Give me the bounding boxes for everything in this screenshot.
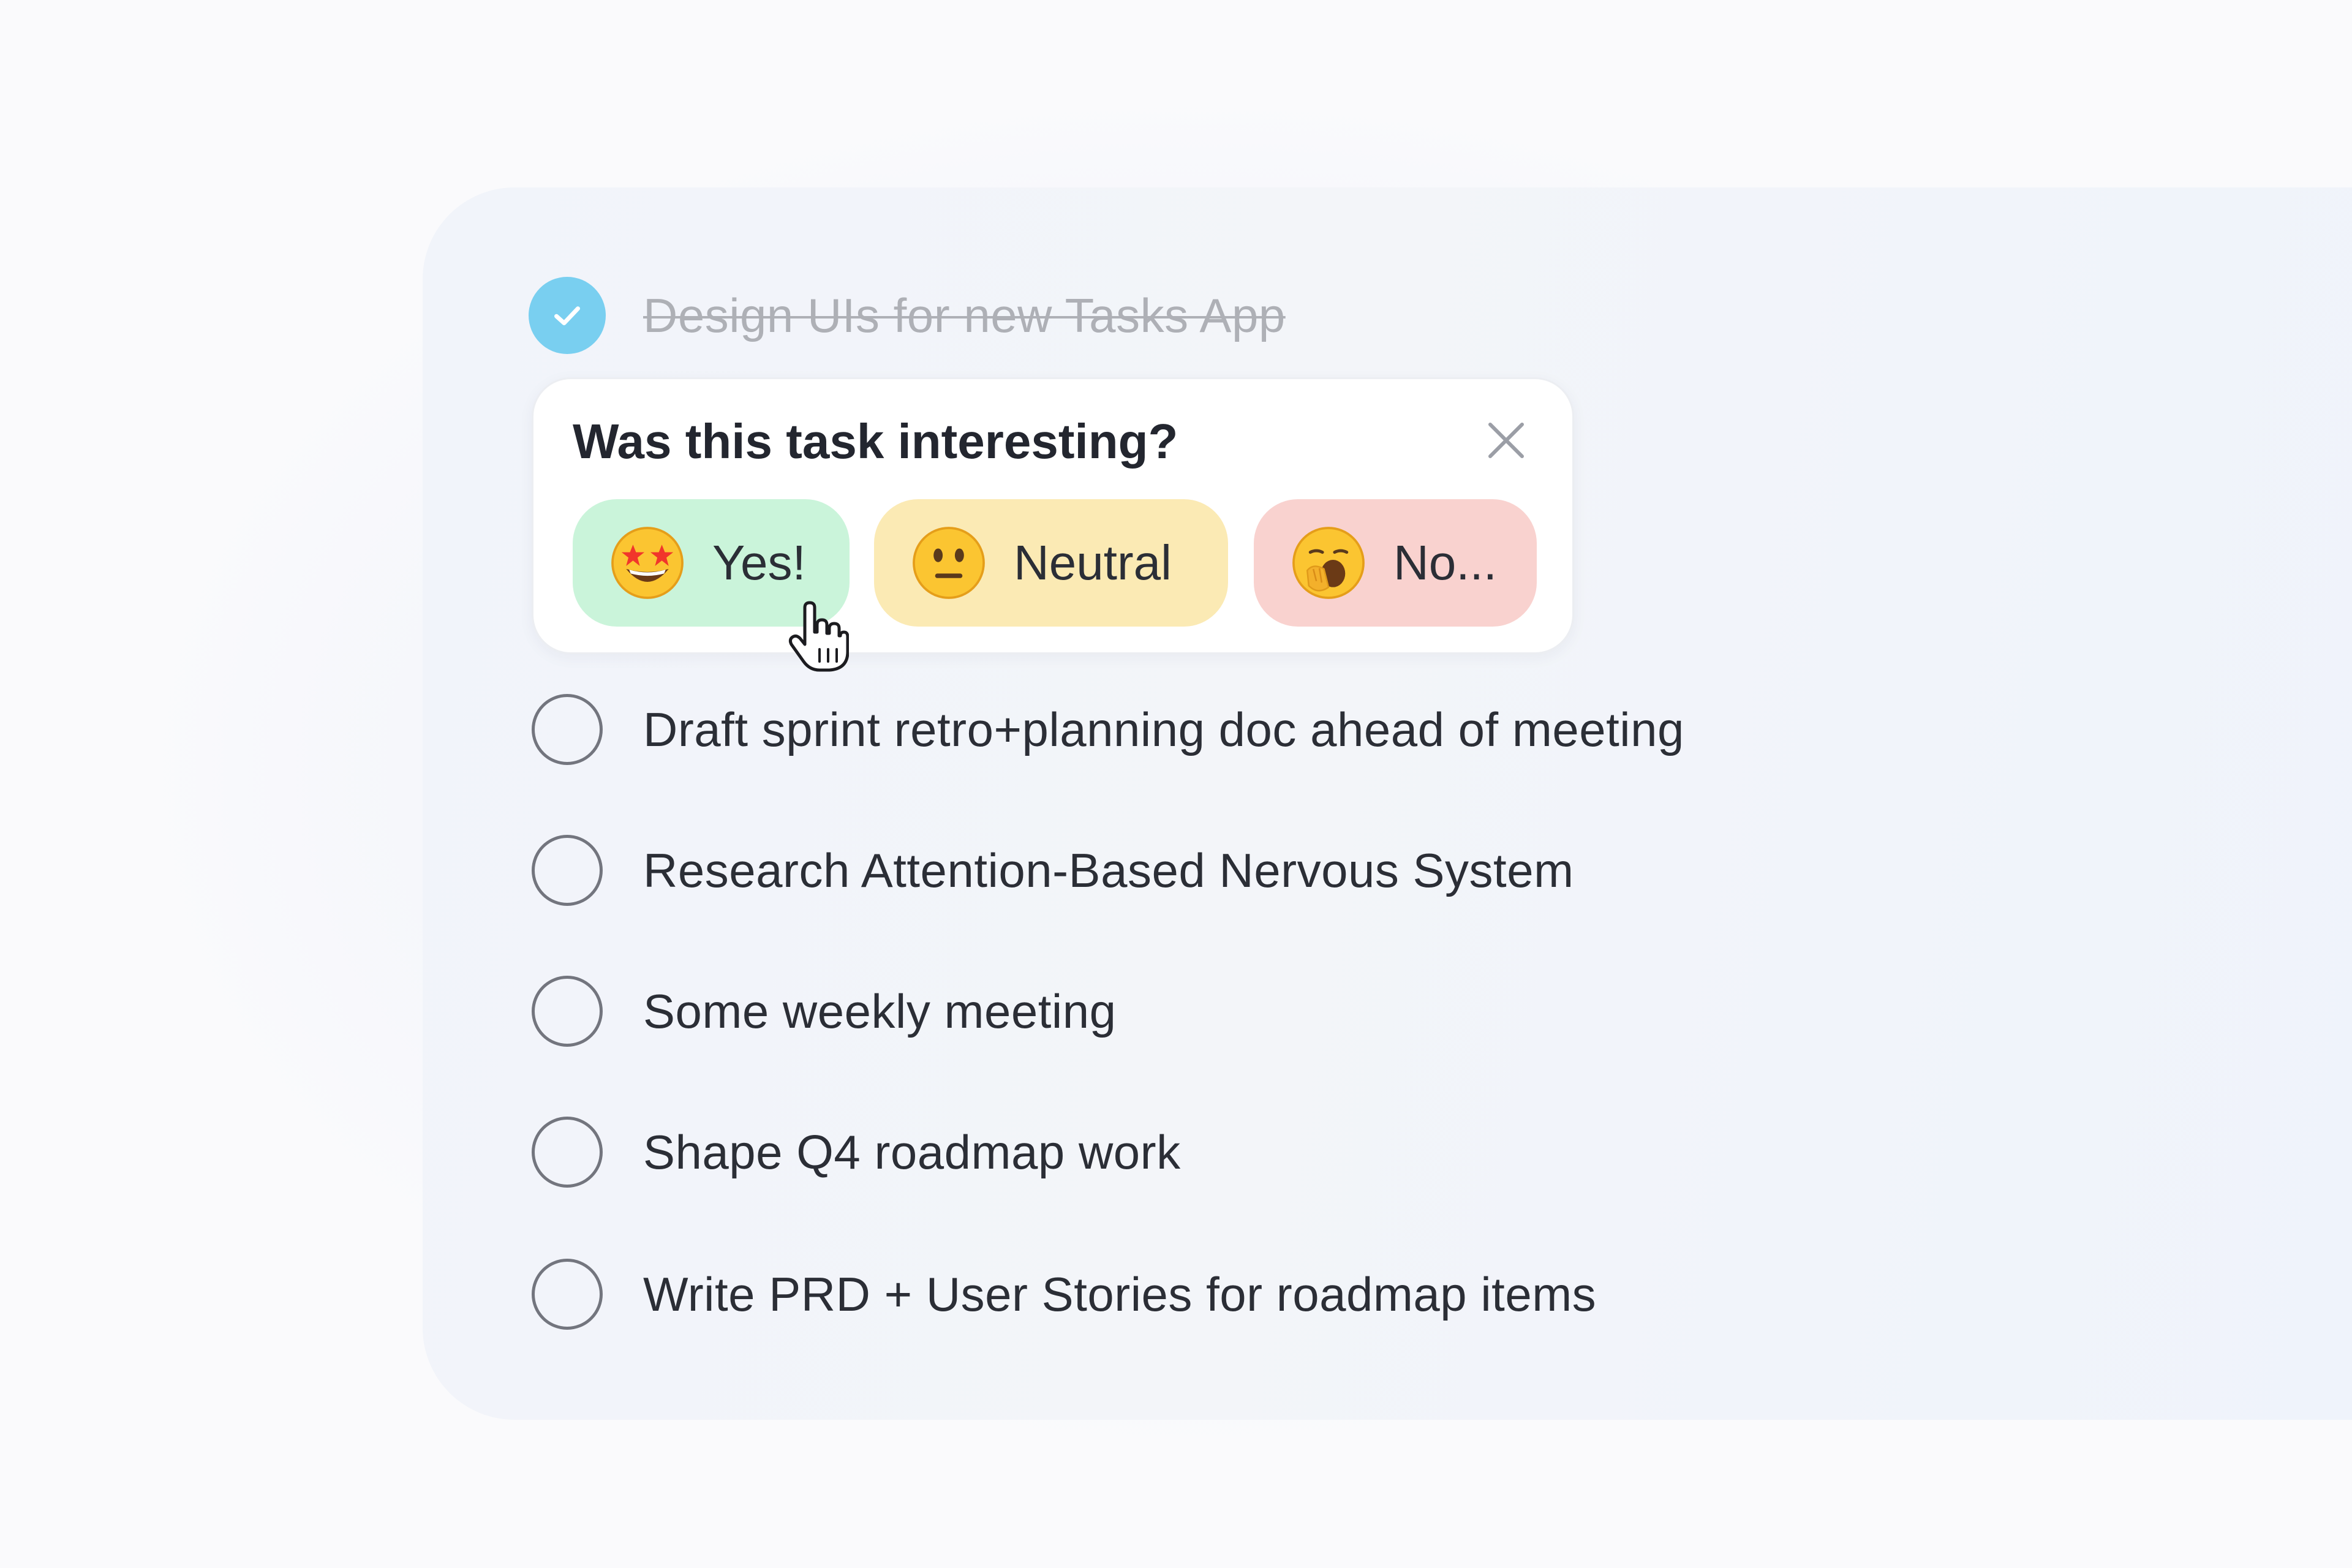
- task-label: Shape Q4 roadmap work: [643, 1125, 1181, 1179]
- task-checkbox[interactable]: [532, 976, 603, 1047]
- feedback-no-label: No...: [1393, 535, 1497, 590]
- task-item[interactable]: Draft sprint retro+planning doc ahead of…: [532, 690, 1684, 769]
- task-checkbox[interactable]: [532, 694, 603, 765]
- feedback-yes-label: Yes!: [712, 535, 806, 590]
- close-icon: [1488, 423, 1524, 458]
- feedback-neutral-label: Neutral: [1014, 535, 1172, 590]
- task-checkbox[interactable]: [532, 1259, 603, 1330]
- close-button[interactable]: [1480, 415, 1532, 466]
- task-label: Write PRD + User Stories for roadmap ite…: [643, 1267, 1597, 1321]
- popup-title: Was this task interesting?: [573, 414, 1178, 469]
- task-label: Research Attention-Based Nervous System: [643, 843, 1574, 897]
- task-item-completed[interactable]: Design UIs for new Tasks App: [529, 276, 1286, 355]
- hand-pointer-cursor-icon: [788, 601, 849, 672]
- task-list-panel: [423, 187, 2352, 1420]
- star-struck-emoji-icon: [611, 527, 684, 599]
- task-checkbox[interactable]: [532, 835, 603, 906]
- feedback-no-button[interactable]: No...: [1254, 499, 1537, 627]
- task-item[interactable]: Some weekly meeting: [532, 971, 1117, 1051]
- task-item[interactable]: Research Attention-Based Nervous System: [532, 831, 1574, 910]
- neutral-face-emoji-icon: [913, 527, 985, 599]
- feedback-neutral-button[interactable]: Neutral: [874, 499, 1228, 627]
- task-item[interactable]: Shape Q4 roadmap work: [532, 1112, 1181, 1192]
- feedback-popup: Was this task interesting? Yes! Neutral …: [532, 377, 1574, 654]
- yawning-face-emoji-icon: [1292, 527, 1365, 599]
- task-label: Design UIs for new Tasks App: [643, 288, 1286, 342]
- task-label: Some weekly meeting: [643, 984, 1117, 1038]
- task-checkbox[interactable]: [532, 1117, 603, 1188]
- task-checkbox-checked[interactable]: [529, 277, 606, 354]
- task-item[interactable]: Write PRD + User Stories for roadmap ite…: [532, 1254, 1596, 1334]
- task-label: Draft sprint retro+planning doc ahead of…: [643, 702, 1684, 756]
- checkmark-icon: [554, 306, 580, 325]
